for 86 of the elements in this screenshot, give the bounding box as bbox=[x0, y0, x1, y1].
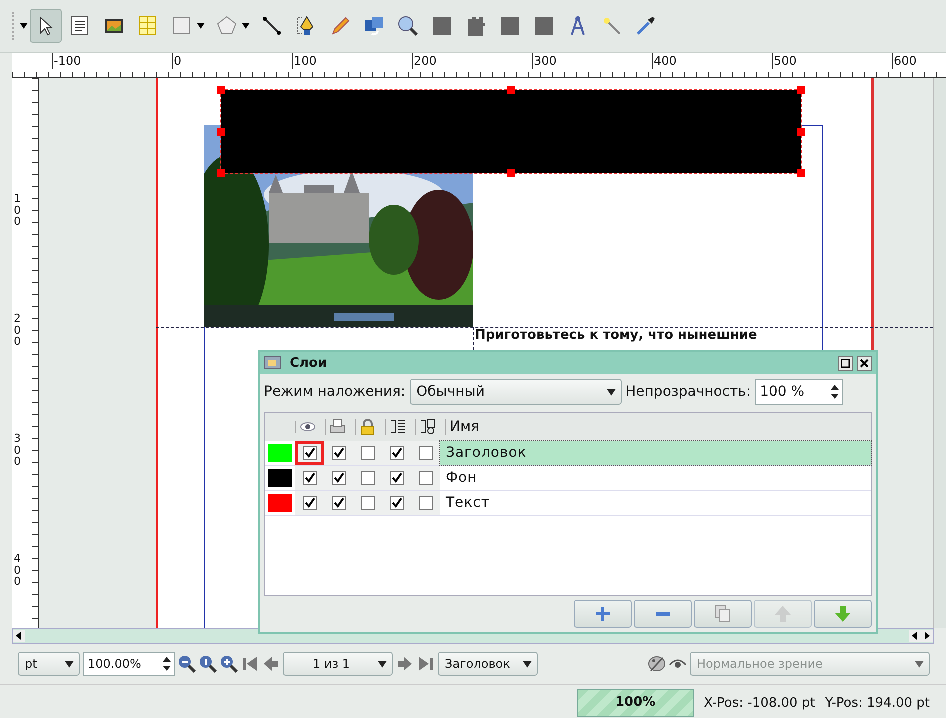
close-button[interactable] bbox=[857, 356, 872, 370]
column-header: Имя bbox=[445, 419, 480, 435]
x-position: X-Pos: -108.00 pt bbox=[704, 696, 816, 710]
zoom-field[interactable]: 100.00% bbox=[83, 652, 175, 676]
layers-icon bbox=[264, 356, 282, 370]
ruler-label: 200 bbox=[14, 313, 22, 348]
flow-checkbox[interactable] bbox=[390, 496, 404, 510]
layer-name[interactable]: Фон bbox=[440, 466, 871, 490]
close-icon bbox=[860, 358, 869, 368]
block-icon bbox=[498, 14, 522, 38]
scroll-left-icon[interactable] bbox=[13, 630, 25, 642]
layer-name[interactable]: Заголовок bbox=[440, 441, 871, 465]
previous-page-icon[interactable] bbox=[262, 655, 280, 673]
caret-icon bbox=[915, 660, 924, 668]
caret-icon bbox=[606, 388, 616, 396]
ruler-label: 600 bbox=[892, 53, 917, 69]
select-tool-button[interactable] bbox=[30, 9, 62, 43]
palette-icon[interactable] bbox=[648, 655, 666, 673]
printable-checkbox[interactable] bbox=[332, 471, 346, 485]
flow-checkbox[interactable] bbox=[390, 446, 404, 460]
eyedropper-icon bbox=[634, 14, 658, 38]
visible-checkbox[interactable] bbox=[302, 496, 316, 510]
block-icon bbox=[430, 14, 454, 38]
line-icon bbox=[260, 14, 284, 38]
rotate-icon bbox=[362, 14, 386, 38]
scroll-left-icon[interactable] bbox=[909, 630, 921, 642]
layer-name[interactable]: Текст bbox=[440, 491, 871, 515]
page-dropdown[interactable]: 1 из 1 bbox=[283, 652, 393, 676]
caret-icon bbox=[242, 23, 250, 29]
block-icon bbox=[532, 14, 556, 38]
spin-arrows-icon bbox=[163, 656, 171, 672]
progress-label: 100% bbox=[614, 694, 657, 712]
unit-dropdown[interactable]: pt bbox=[18, 652, 80, 676]
ruler-label: 100 bbox=[14, 193, 22, 228]
down-icon bbox=[833, 604, 853, 624]
zoom-reset-icon[interactable] bbox=[199, 655, 217, 673]
ruler-label: 400 bbox=[652, 53, 677, 69]
ruler-label: 400 bbox=[14, 553, 22, 588]
outline-checkbox[interactable] bbox=[418, 446, 432, 460]
up-icon bbox=[773, 604, 793, 624]
last-page-icon[interactable] bbox=[417, 655, 435, 673]
first-page-icon[interactable] bbox=[241, 655, 259, 673]
outline-checkbox[interactable] bbox=[418, 496, 432, 510]
caret-icon bbox=[197, 23, 205, 29]
layer-dropdown[interactable]: Заголовок bbox=[438, 652, 538, 676]
scroll-right-icon[interactable] bbox=[921, 630, 933, 642]
visible-checkbox[interactable] bbox=[302, 446, 316, 460]
ruler-label: 0 bbox=[172, 53, 182, 69]
flow-checkbox[interactable] bbox=[390, 471, 404, 485]
zoom-out-icon[interactable] bbox=[178, 655, 196, 673]
remove-icon bbox=[656, 612, 670, 616]
blend-mode-dropdown[interactable]: Обычный bbox=[410, 379, 622, 405]
remove-layer-button[interactable] bbox=[634, 600, 692, 628]
caret-icon bbox=[523, 660, 532, 668]
ruler-label: 500 bbox=[772, 53, 797, 69]
opacity-field[interactable]: 100 % bbox=[755, 379, 844, 405]
ruler-label: 300 bbox=[14, 433, 22, 468]
ruler-label: 200 bbox=[412, 53, 437, 69]
maximize-icon bbox=[841, 358, 850, 368]
maximize-button[interactable] bbox=[838, 356, 853, 370]
page-text: Приготовьтесь к тому, что нынешние bbox=[475, 328, 758, 343]
outline-checkbox[interactable] bbox=[418, 471, 432, 485]
ruler-label: -100 bbox=[52, 53, 82, 69]
duplicate-icon bbox=[713, 604, 733, 624]
y-position: Y-Pos: 194.00 pt bbox=[825, 696, 930, 710]
locked-checkbox[interactable] bbox=[360, 446, 374, 460]
caret-icon bbox=[65, 660, 74, 668]
zoom-icon bbox=[396, 14, 420, 38]
locked-checkbox[interactable] bbox=[360, 471, 374, 485]
ruler-label: 300 bbox=[532, 53, 557, 69]
add-icon bbox=[593, 604, 613, 624]
spin-arrows-icon bbox=[831, 384, 840, 400]
zoom-in-icon[interactable] bbox=[220, 655, 238, 673]
ruler-label: 100 bbox=[292, 53, 317, 69]
opacity-label: Непрозрачность: bbox=[626, 384, 752, 400]
next-page-icon[interactable] bbox=[396, 655, 414, 673]
dialog-title: Слои bbox=[290, 356, 328, 370]
blend-mode-label: Режим наложения: bbox=[264, 384, 406, 400]
printable-checkbox[interactable] bbox=[332, 446, 346, 460]
locked-checkbox[interactable] bbox=[360, 496, 374, 510]
caret-icon[interactable] bbox=[20, 23, 28, 29]
visible-checkbox[interactable] bbox=[302, 471, 316, 485]
printable-checkbox[interactable] bbox=[332, 496, 346, 510]
vertical-scrollbar[interactable] bbox=[933, 78, 946, 628]
caret-icon bbox=[378, 660, 387, 668]
add-layer-button[interactable] bbox=[574, 600, 632, 628]
